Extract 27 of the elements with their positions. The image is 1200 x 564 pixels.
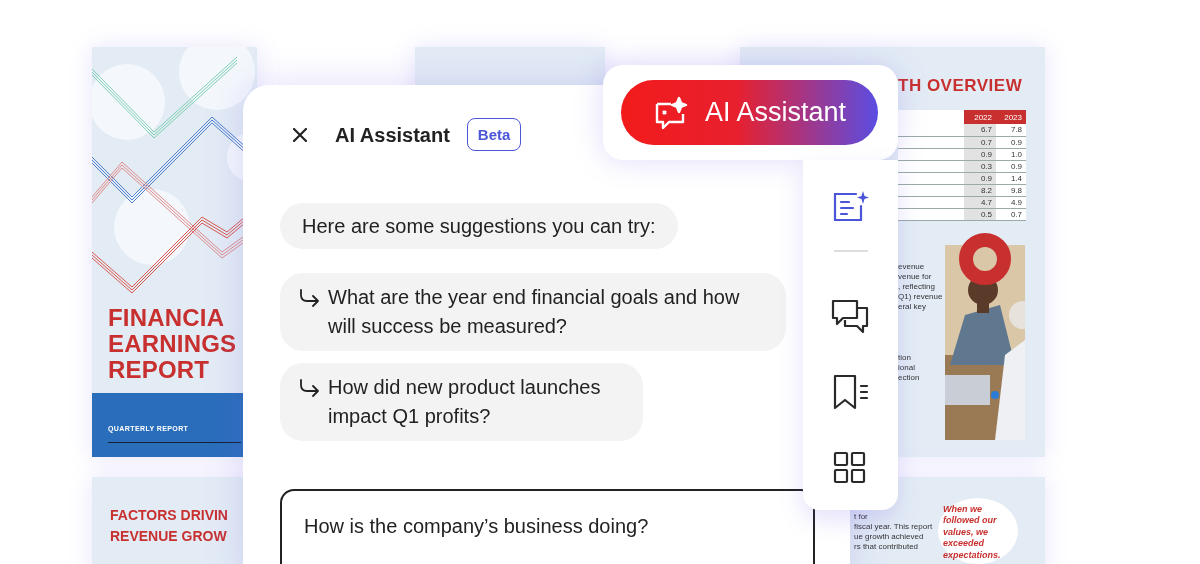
paragraph: tion ional ection	[898, 353, 920, 383]
return-arrow-icon	[298, 379, 320, 398]
beta-badge: Beta	[466, 118, 522, 152]
quote-text: When we followed our values, we exceeded expectations.	[938, 498, 1018, 564]
report-title: FACTORS DRIVIN	[110, 506, 228, 525]
suggestion-button[interactable]: How did new product launches impact Q1 profits?	[280, 363, 643, 442]
prompt-input[interactable]: How is the company’s business doing?	[280, 489, 815, 564]
column-header: 2022	[964, 110, 996, 124]
ring-shape	[959, 233, 1011, 285]
close-icon[interactable]	[293, 127, 307, 142]
table-cell: 7.8	[996, 124, 1026, 136]
suggestion-intro: Here are some suggestions you can try:	[280, 203, 678, 250]
report-title: FINANCIA	[108, 305, 226, 331]
report-title: TH OVERVIEW	[898, 75, 1023, 97]
ai-assistant-button[interactable]: AI Assistant	[621, 80, 878, 145]
paragraph: evenue venue for , reflecting Q1) revenue eral key	[898, 262, 943, 312]
chat-icon	[830, 298, 871, 334]
suggestion-button[interactable]: What are the year end financial goals and how will success be measured?	[280, 273, 786, 352]
report-title: EARNINGS	[108, 331, 238, 357]
return-arrow-icon	[298, 289, 320, 308]
panel-title: AI Assistant	[335, 122, 450, 148]
report-title: REVENUE GROW	[110, 527, 228, 546]
column-header: 2023	[996, 110, 1026, 124]
report-title: REPORT	[108, 357, 211, 383]
paragraph: t for fiscal year. This report ue growth achieved rs that contributed	[854, 512, 933, 552]
rail-button[interactable]	[830, 298, 871, 334]
table-cell: 6.7	[964, 124, 996, 136]
